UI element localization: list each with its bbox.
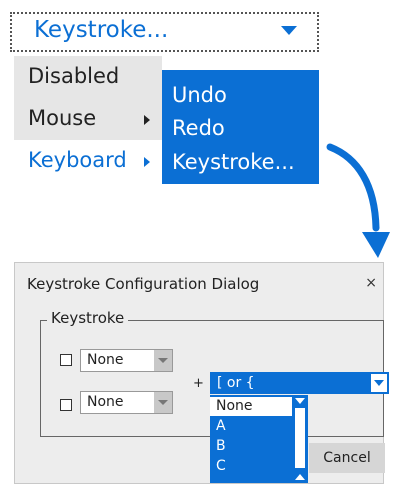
key-option-c[interactable]: C [210,457,292,476]
keystroke-group-label: Keystroke [47,309,129,327]
dialog-title: Keystroke Configuration Dialog [27,275,260,293]
modifier2-value: None [87,394,124,410]
chevron-down-icon [154,392,172,413]
close-icon[interactable]: × [365,275,377,291]
key-option-a[interactable]: A [210,417,292,436]
modifier1-value: None [87,352,124,368]
key-list-scrollbar[interactable] [292,395,308,483]
key-select[interactable]: [ or { [210,372,389,394]
key-select-value: [ or { [217,375,255,391]
key-option-b[interactable]: B [210,437,292,456]
plus-label: + [193,376,204,391]
key-options-list: None A B C [210,395,308,483]
keystroke-config-dialog: Keystroke Configuration Dialog × Keystro… [14,262,389,484]
scroll-up-icon[interactable] [295,398,305,404]
modifier2-select[interactable]: None [80,391,173,414]
scroll-thumb[interactable] [295,408,305,468]
key-option-none[interactable]: None [210,397,292,416]
scroll-down-icon[interactable] [295,474,305,480]
modifier2-checkbox[interactable] [60,399,72,411]
modifier1-checkbox[interactable] [60,354,72,366]
chevron-down-icon [154,350,172,371]
chevron-down-icon [371,374,387,392]
modifier1-select[interactable]: None [80,349,173,372]
cancel-button[interactable]: Cancel [309,443,385,473]
